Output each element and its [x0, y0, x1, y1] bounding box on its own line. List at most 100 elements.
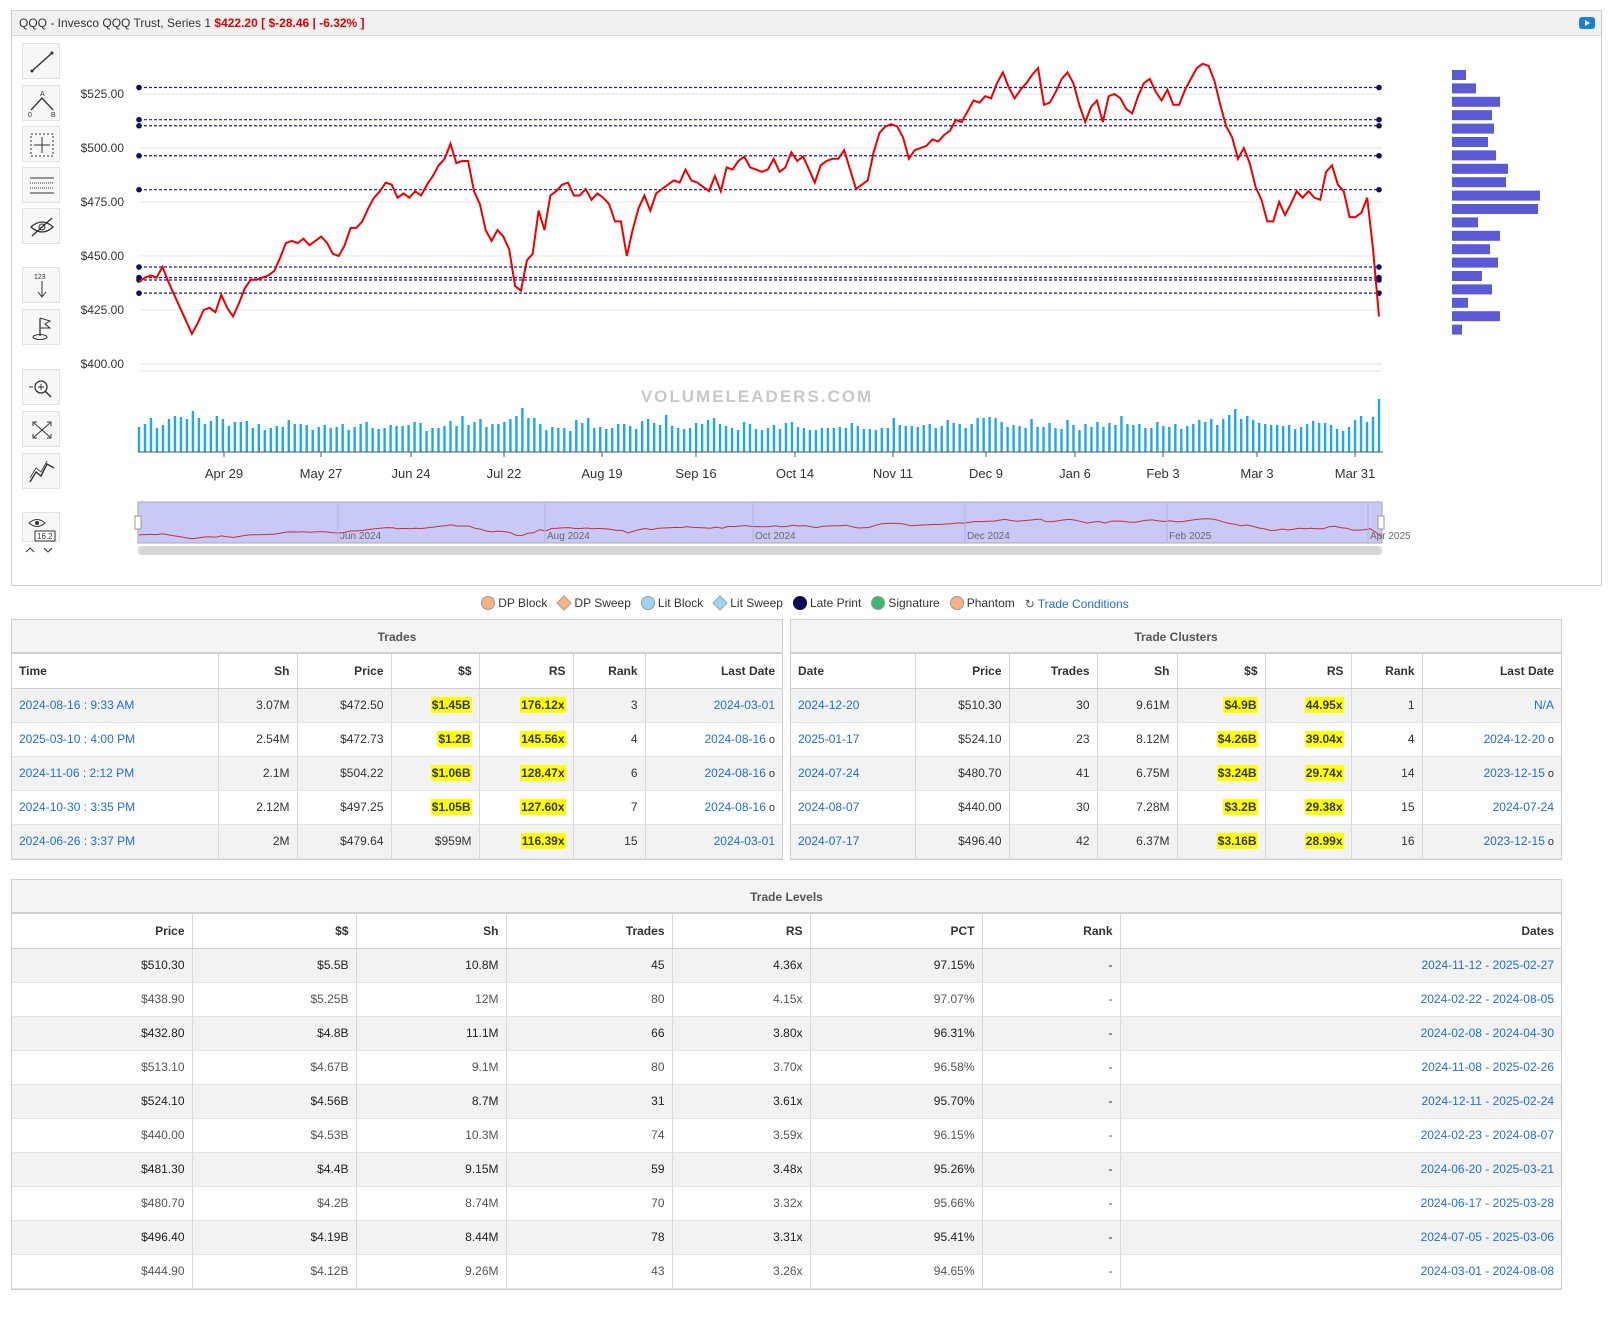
- table-row[interactable]: $513.10 $4.67B 9.1M 80 3.70x 96.58% -2024-11-0…: [12, 1050, 1561, 1085]
- col-price[interactable]: Price: [915, 654, 1010, 689]
- legend-item[interactable]: Signature: [871, 596, 940, 611]
- table-row[interactable]: 2024-11-06 : 2:12 PM 2.1M $504.22 $1.06B 128…: [12, 756, 782, 791]
- volume-bar: [640, 421, 644, 452]
- table-cell: 31: [506, 1084, 673, 1119]
- trade-time-link[interactable]: 2024-06-26 : 3:37 PM: [12, 824, 219, 859]
- last-date-link[interactable]: 2024-12-20 o: [1422, 722, 1561, 757]
- level-dates-link[interactable]: 2024-02-22 - 2024-08-05: [1120, 982, 1561, 1017]
- col-last-date[interactable]: Last Date: [1422, 654, 1561, 689]
- legend-item[interactable]: Phantom: [949, 596, 1015, 611]
- trade-time-link[interactable]: 2024-10-30 : 3:35 PM: [12, 790, 219, 825]
- level-dates-link[interactable]: 2024-07-05 - 2025-03-06: [1120, 1220, 1561, 1255]
- level-marker: [1376, 116, 1382, 123]
- navigator-left-handle[interactable]: [134, 515, 142, 530]
- level-dates-link[interactable]: 2024-03-01 - 2024-08-08: [1120, 1254, 1561, 1289]
- col-sh[interactable]: Sh: [1097, 654, 1178, 689]
- table-row[interactable]: 2024-07-17 $496.40 42 6.37M $3.16B 28.99x 16 20…: [791, 824, 1561, 859]
- col-rs[interactable]: RS: [672, 914, 811, 949]
- col-rank[interactable]: Rank: [573, 654, 646, 689]
- table-row[interactable]: 2024-10-30 : 3:35 PM 2.12M $497.25 $1.05B 12…: [12, 790, 782, 825]
- legend-item[interactable]: Late Print: [792, 596, 861, 611]
- table-row[interactable]: 2024-08-16 : 9:33 AM 3.07M $472.50 $1.45B 17…: [12, 688, 782, 723]
- level-dates-link[interactable]: 2024-06-17 - 2025-03-28: [1120, 1186, 1561, 1221]
- legend-item[interactable]: Lit Sweep: [712, 595, 783, 611]
- table-row[interactable]: $496.40 $4.19B 8.44M 78 3.31x 95.41% -2024-07-…: [12, 1220, 1561, 1255]
- last-date-link[interactable]: N/A: [1422, 688, 1561, 723]
- table-row[interactable]: $480.70 $4.2B 8.74M 70 3.32x 95.66% -2024-06-1…: [12, 1186, 1561, 1221]
- trade-conditions-link[interactable]: ↻ Trade Conditions: [1025, 597, 1129, 611]
- col-rs[interactable]: RS: [479, 654, 574, 689]
- col-dollars[interactable]: $$: [1177, 654, 1266, 689]
- cluster-date-link[interactable]: 2024-07-24: [791, 756, 916, 791]
- table-row[interactable]: 2025-01-17 $524.10 23 8.12M $4.26B 39.04x 4 202…: [791, 722, 1561, 757]
- col-rank[interactable]: Rank: [982, 914, 1121, 949]
- cluster-date-link[interactable]: 2025-01-17: [791, 722, 916, 757]
- col-sh[interactable]: Sh: [218, 654, 298, 689]
- col-rank[interactable]: Rank: [1351, 654, 1423, 689]
- volume-bar: [551, 427, 554, 452]
- col-dates[interactable]: Dates: [1120, 914, 1561, 949]
- legend-label: Signature: [888, 596, 940, 611]
- last-date-link[interactable]: 2024-08-16 o: [645, 722, 782, 757]
- col-dollars[interactable]: $$: [391, 654, 480, 689]
- volume-bar: [844, 428, 848, 452]
- table-cell: 6.37M: [1097, 824, 1178, 859]
- table-cell: 70: [506, 1186, 673, 1221]
- col-time[interactable]: Time: [12, 654, 219, 689]
- col-price[interactable]: Price: [12, 914, 193, 949]
- table-row[interactable]: $432.80 $4.8B 11.1M 66 3.80x 96.31% -2024-02-0…: [12, 1016, 1561, 1051]
- table-row[interactable]: 2024-12-20 $510.30 30 9.61M $4.9B 44.95x 1 N/A: [791, 688, 1561, 723]
- col-sh[interactable]: Sh: [356, 914, 507, 949]
- trade-time-link[interactable]: 2024-08-16 : 9:33 AM: [12, 688, 219, 723]
- table-row[interactable]: 2024-07-24 $480.70 41 6.75M $3.24B 29.74x 14 20…: [791, 756, 1561, 791]
- level-dates-link[interactable]: 2024-02-08 - 2024-04-30: [1120, 1016, 1561, 1051]
- col-date[interactable]: Date: [791, 654, 916, 689]
- col-pct[interactable]: PCT: [810, 914, 983, 949]
- legend-item[interactable]: Lit Block: [640, 596, 703, 611]
- volume-bar: [1335, 429, 1339, 452]
- last-date-link[interactable]: 2024-08-16 o: [645, 756, 782, 791]
- last-date-link[interactable]: 2024-07-24: [1422, 790, 1561, 825]
- last-date-link[interactable]: 2023-12-15 o: [1422, 756, 1561, 791]
- refresh-icon: ↻: [1024, 596, 1035, 611]
- trade-time-link[interactable]: 2025-03-10 : 4:00 PM: [12, 722, 219, 757]
- table-row[interactable]: $481.30 $4.4B 9.15M 59 3.48x 95.26% -2024-06-2…: [12, 1152, 1561, 1187]
- volume-bar: [509, 419, 512, 452]
- col-last-date[interactable]: Last Date: [645, 654, 782, 689]
- col-rs[interactable]: RS: [1265, 654, 1352, 689]
- table-row[interactable]: $524.10 $4.56B 8.7M 31 3.61x 95.70% -2024-12-1…: [12, 1084, 1561, 1119]
- table-row[interactable]: $438.90 $5.25B 12M 80 4.15x 97.07% -2024-02-22…: [12, 982, 1561, 1017]
- level-dates-link[interactable]: 2024-11-12 - 2025-02-27: [1120, 948, 1561, 983]
- cluster-date-link[interactable]: 2024-12-20: [791, 688, 916, 723]
- col-trades[interactable]: Trades: [1009, 654, 1098, 689]
- table-row[interactable]: $444.90 $4.12B 9.26M 43 3.26x 94.65% -2024-03-…: [12, 1254, 1561, 1289]
- volume-bar: [257, 424, 261, 452]
- last-date-link[interactable]: 2024-03-01: [645, 688, 782, 723]
- table-cell: 9.26M: [356, 1254, 507, 1289]
- level-dates-link[interactable]: 2024-12-11 - 2025-02-24: [1120, 1084, 1561, 1119]
- last-date-link[interactable]: 2023-12-15 o: [1422, 824, 1561, 859]
- last-date-link[interactable]: 2024-03-01: [645, 824, 782, 859]
- table-cell: 2M: [218, 824, 298, 859]
- navigator-right-handle[interactable]: [1377, 515, 1385, 530]
- cluster-date-link[interactable]: 2024-07-17: [791, 824, 916, 859]
- volume-bar: [1222, 419, 1225, 452]
- table-row[interactable]: $440.00 $4.53B 10.3M 74 3.59x 96.15% -2024-02-…: [12, 1118, 1561, 1153]
- cluster-date-link[interactable]: 2024-08-07: [791, 790, 916, 825]
- level-dates-link[interactable]: 2024-06-20 - 2025-03-21: [1120, 1152, 1561, 1187]
- trade-time-link[interactable]: 2024-11-06 : 2:12 PM: [12, 756, 219, 791]
- col-trades[interactable]: Trades: [506, 914, 673, 949]
- table-row[interactable]: $510.30 $5.5B 10.8M 45 4.36x 97.15% -2024-11-1…: [12, 948, 1561, 983]
- table-row[interactable]: 2024-06-26 : 3:37 PM 2M $479.64 $959M 116.39…: [12, 824, 782, 859]
- level-dates-link[interactable]: 2024-02-23 - 2024-08-07: [1120, 1118, 1561, 1153]
- legend-item[interactable]: DP Block: [481, 596, 547, 611]
- table-row[interactable]: 2025-03-10 : 4:00 PM 2.54M $472.73 $1.2B 145…: [12, 722, 782, 757]
- table-row[interactable]: 2024-08-07 $440.00 30 7.28M $3.2B 29.38x 15 202…: [791, 790, 1561, 825]
- last-date-link[interactable]: 2024-08-16 o: [645, 790, 782, 825]
- navigator-scrollbar[interactable]: [138, 546, 1382, 555]
- col-dollars[interactable]: $$: [192, 914, 357, 949]
- col-price[interactable]: Price: [297, 654, 392, 689]
- volume-bar: [1252, 420, 1255, 452]
- level-dates-link[interactable]: 2024-11-08 - 2025-02-26: [1120, 1050, 1561, 1085]
- legend-item[interactable]: DP Sweep: [556, 595, 631, 611]
